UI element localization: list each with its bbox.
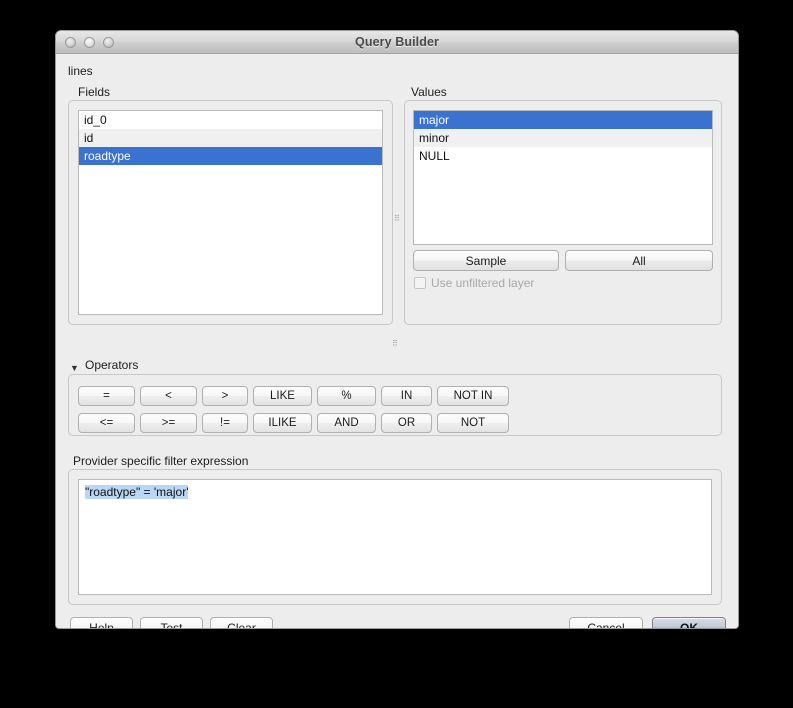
operator-button-gte[interactable]: >=: [140, 413, 197, 433]
clear-button[interactable]: Clear: [210, 617, 273, 629]
operators-section-label: Operators: [85, 358, 138, 372]
use-unfiltered-layer-label: Use unfiltered layer: [431, 276, 534, 290]
values-group-label: Values: [411, 85, 447, 99]
list-item[interactable]: minor: [414, 129, 712, 147]
operator-button-gt[interactable]: >: [202, 386, 248, 406]
checkbox-box-icon: [414, 277, 426, 289]
help-button[interactable]: Help: [70, 617, 133, 629]
filter-expression-input[interactable]: "roadtype" = 'major': [78, 479, 712, 595]
sample-button[interactable]: Sample: [413, 250, 559, 271]
operator-button-like[interactable]: LIKE: [253, 386, 312, 406]
list-item[interactable]: roadtype: [79, 147, 382, 165]
operator-button-ilike[interactable]: ILIKE: [253, 413, 312, 433]
operator-button-neq[interactable]: !=: [202, 413, 248, 433]
operators-disclosure-triangle-icon[interactable]: ▼: [70, 364, 79, 373]
operator-button-percent[interactable]: %: [317, 386, 376, 406]
values-list[interactable]: major minor NULL: [413, 110, 713, 245]
operator-button-lte[interactable]: <=: [78, 413, 135, 433]
operator-button-not-in[interactable]: NOT IN: [437, 386, 509, 406]
vertical-splitter-handle[interactable]: ⠿: [392, 341, 398, 346]
minimize-button[interactable]: [84, 37, 95, 48]
operator-button-and[interactable]: AND: [317, 413, 376, 433]
horizontal-splitter-handle[interactable]: ⠿: [394, 100, 401, 325]
operator-button-in[interactable]: IN: [381, 386, 432, 406]
filter-expression-value: "roadtype" = 'major': [85, 485, 188, 499]
query-builder-dialog: Query Builder lines Fields id_0 id roadt…: [55, 30, 739, 629]
list-item[interactable]: NULL: [414, 147, 712, 165]
window-titlebar: Query Builder: [56, 31, 738, 54]
all-button[interactable]: All: [565, 250, 713, 271]
use-unfiltered-layer-checkbox[interactable]: Use unfiltered layer: [414, 276, 534, 290]
zoom-button[interactable]: [103, 37, 114, 48]
test-button[interactable]: Test: [140, 617, 203, 629]
list-item[interactable]: id: [79, 129, 382, 147]
operator-button-eq[interactable]: =: [78, 386, 135, 406]
operator-button-or[interactable]: OR: [381, 413, 432, 433]
close-button[interactable]: [65, 37, 76, 48]
filter-expression-label: Provider specific filter expression: [73, 454, 248, 468]
splitter-grip-icon: ⠿: [394, 216, 400, 221]
fields-group-label: Fields: [78, 85, 110, 99]
window-controls: [65, 37, 114, 48]
layer-name-label: lines: [68, 64, 93, 78]
operator-button-not[interactable]: NOT: [437, 413, 509, 433]
dialog-body: lines Fields id_0 id roadtype ⠿ Values m…: [56, 54, 738, 629]
cancel-button[interactable]: Cancel: [569, 617, 643, 629]
operator-button-lt[interactable]: <: [140, 386, 197, 406]
list-item[interactable]: major: [414, 111, 712, 129]
window-title: Query Builder: [56, 35, 738, 49]
fields-list[interactable]: id_0 id roadtype: [78, 110, 383, 315]
ok-button[interactable]: OK: [652, 617, 726, 629]
list-item[interactable]: id_0: [79, 111, 382, 129]
